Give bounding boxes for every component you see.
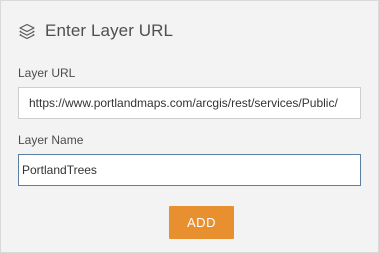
add-button[interactable]: ADD (169, 206, 234, 239)
layers-icon (19, 23, 35, 40)
panel-header: Enter Layer URL (18, 19, 173, 43)
panel-title: Enter Layer URL (45, 21, 174, 40)
layer-url-label: Layer URL (18, 66, 76, 80)
layer-name-label: Layer Name (18, 133, 84, 147)
add-layer-url-panel: Enter Layer URL Layer URL Layer Name ADD (0, 0, 379, 253)
layer-name-input[interactable] (18, 154, 361, 186)
layer-url-input[interactable] (18, 87, 361, 119)
